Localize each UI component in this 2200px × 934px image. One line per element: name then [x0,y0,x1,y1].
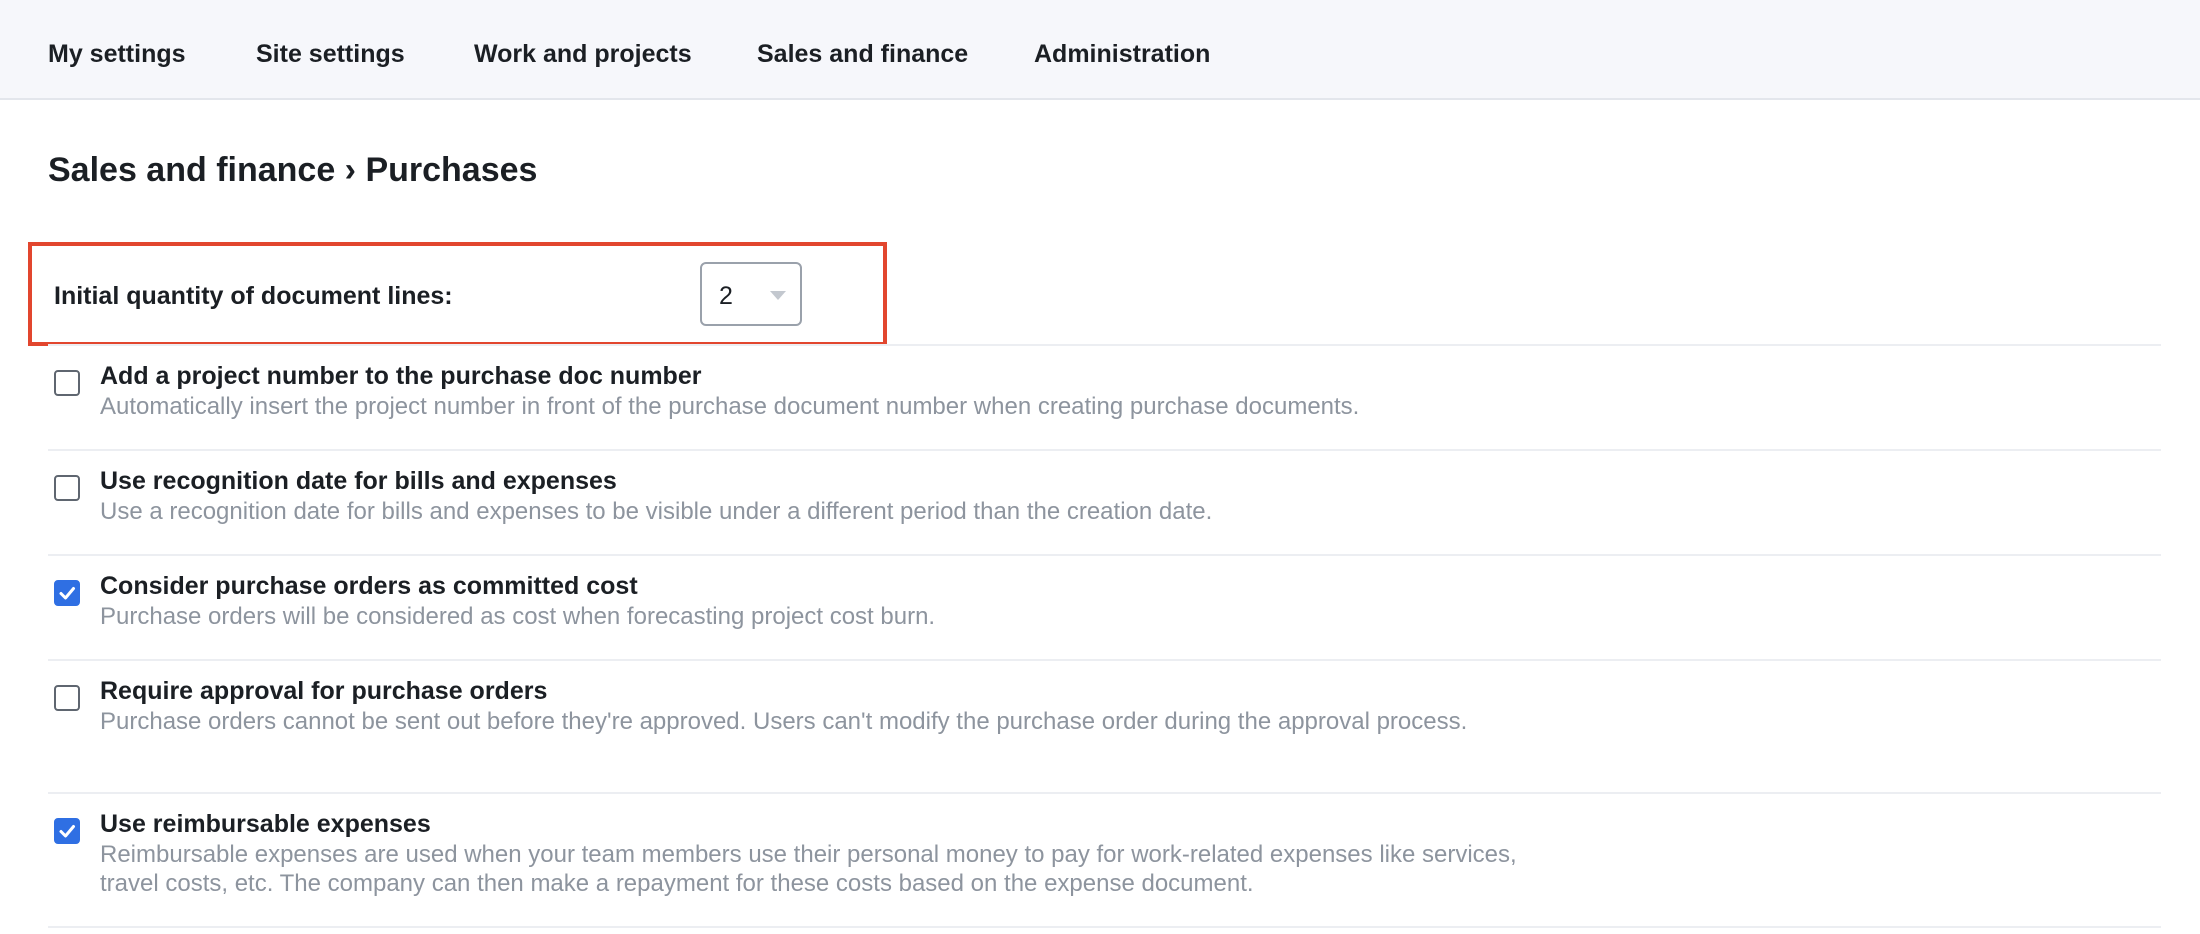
checkmark-icon [59,825,75,838]
quantity-label: Initial quantity of document lines: [54,282,453,310]
checkbox-reimbursable-expenses[interactable] [54,818,80,844]
quantity-select-value: 2 [719,282,733,310]
option-title-reimbursable-expenses: Use reimbursable expenses [100,810,431,838]
divider [48,792,2161,794]
option-title-require-approval: Require approval for purchase orders [100,677,548,705]
checkbox-require-approval[interactable] [54,685,80,711]
chevron-down-icon [770,291,786,300]
divider [48,926,2161,928]
option-desc-reimbursable-expenses: Reimbursable expenses are used when your… [100,841,1517,897]
quantity-select[interactable]: 2 [700,262,802,326]
nav-site-settings[interactable]: Site settings [256,40,405,69]
divider [48,344,2161,346]
option-title-recognition-date: Use recognition date for bills and expen… [100,467,617,495]
option-desc-require-approval: Purchase orders cannot be sent out befor… [100,708,1468,735]
option-desc-project-number: Automatically insert the project number … [100,393,1360,420]
nav-my-settings[interactable]: My settings [48,40,186,69]
nav-sales-and-finance[interactable]: Sales and finance [757,40,968,69]
checkbox-recognition-date[interactable] [54,475,80,501]
nav-administration[interactable]: Administration [1034,40,1210,69]
option-desc-recognition-date: Use a recognition date for bills and exp… [100,498,1213,525]
option-title-project-number: Add a project number to the purchase doc… [100,362,702,390]
page-title: Sales and finance › Purchases [48,151,538,189]
option-desc-committed-cost: Purchase orders will be considered as co… [100,603,936,630]
top-navigation: My settings Site settings Work and proje… [0,0,2200,100]
nav-work-and-projects[interactable]: Work and projects [474,40,692,69]
checkmark-icon [59,587,75,600]
divider [48,554,2161,556]
checkbox-project-number[interactable] [54,370,80,396]
divider [48,659,2161,661]
divider [48,449,2161,451]
option-title-committed-cost: Consider purchase orders as committed co… [100,572,638,600]
checkbox-committed-cost[interactable] [54,580,80,606]
